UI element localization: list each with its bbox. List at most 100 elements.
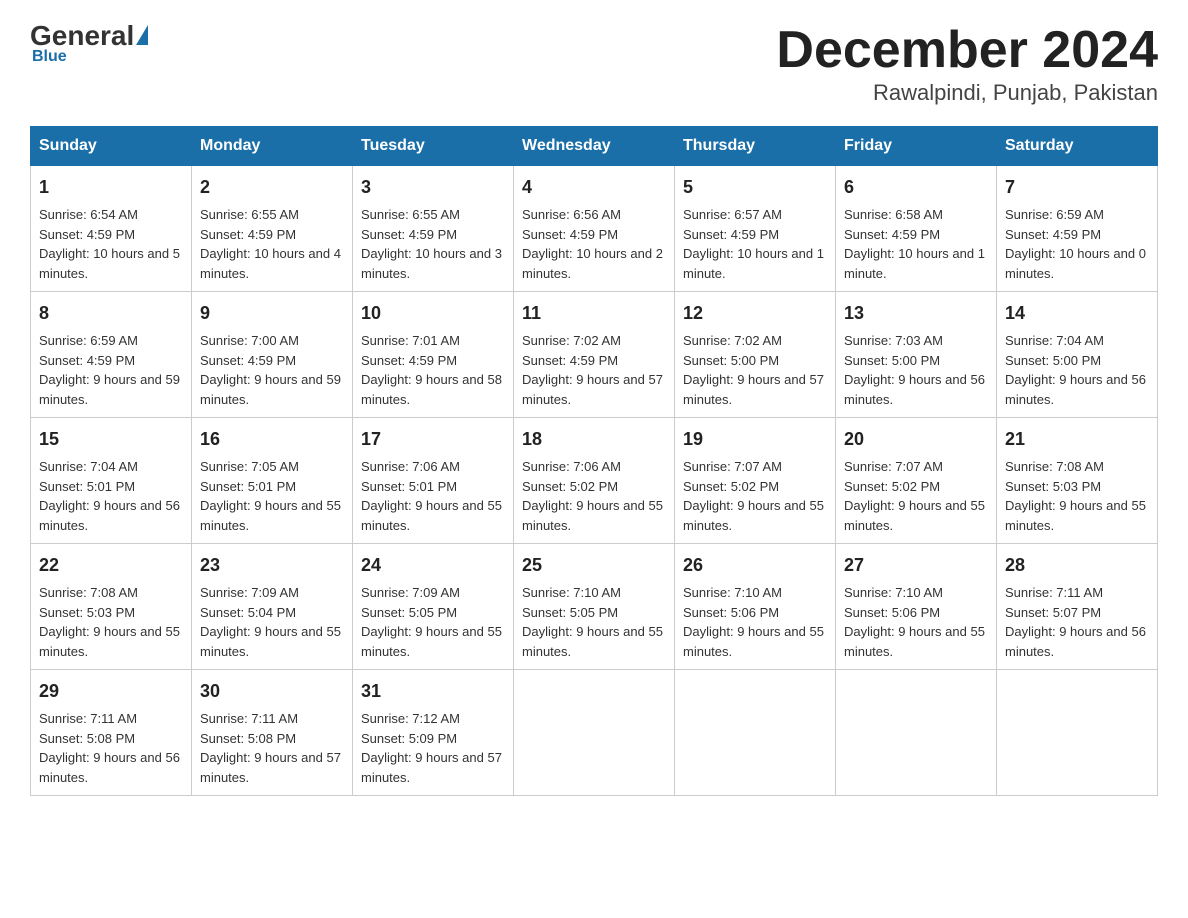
daylight-text: Daylight: 9 hours and 55 minutes. (200, 624, 341, 659)
calendar-cell: 15 Sunrise: 7:04 AM Sunset: 5:01 PM Dayl… (31, 418, 192, 544)
daylight-text: Daylight: 9 hours and 56 minutes. (39, 750, 180, 785)
day-number: 7 (1005, 174, 1149, 201)
day-number: 21 (1005, 426, 1149, 453)
day-number: 29 (39, 678, 183, 705)
header-cell-monday: Monday (192, 127, 353, 166)
day-number: 2 (200, 174, 344, 201)
day-number: 5 (683, 174, 827, 201)
sunrise-text: Sunrise: 7:06 AM (522, 459, 621, 474)
sunrise-text: Sunrise: 7:02 AM (522, 333, 621, 348)
location-subtitle: Rawalpindi, Punjab, Pakistan (776, 80, 1158, 106)
header-cell-wednesday: Wednesday (514, 127, 675, 166)
calendar-cell (997, 670, 1158, 796)
day-number: 3 (361, 174, 505, 201)
calendar-cell (514, 670, 675, 796)
day-number: 12 (683, 300, 827, 327)
calendar-cell: 22 Sunrise: 7:08 AM Sunset: 5:03 PM Dayl… (31, 544, 192, 670)
calendar-cell: 5 Sunrise: 6:57 AM Sunset: 4:59 PM Dayli… (675, 166, 836, 292)
sunrise-text: Sunrise: 7:00 AM (200, 333, 299, 348)
title-block: December 2024 Rawalpindi, Punjab, Pakist… (776, 20, 1158, 106)
day-number: 24 (361, 552, 505, 579)
day-number: 20 (844, 426, 988, 453)
sunset-text: Sunset: 5:00 PM (1005, 353, 1101, 368)
header-cell-friday: Friday (836, 127, 997, 166)
sunset-text: Sunset: 4:59 PM (361, 353, 457, 368)
day-number: 4 (522, 174, 666, 201)
sunrise-text: Sunrise: 6:57 AM (683, 207, 782, 222)
day-number: 27 (844, 552, 988, 579)
sunrise-text: Sunrise: 7:12 AM (361, 711, 460, 726)
sunrise-text: Sunrise: 6:54 AM (39, 207, 138, 222)
sunset-text: Sunset: 5:02 PM (844, 479, 940, 494)
day-number: 8 (39, 300, 183, 327)
daylight-text: Daylight: 9 hours and 59 minutes. (39, 372, 180, 407)
sunset-text: Sunset: 5:00 PM (844, 353, 940, 368)
day-number: 13 (844, 300, 988, 327)
day-number: 6 (844, 174, 988, 201)
daylight-text: Daylight: 9 hours and 55 minutes. (361, 624, 502, 659)
calendar-cell: 8 Sunrise: 6:59 AM Sunset: 4:59 PM Dayli… (31, 292, 192, 418)
daylight-text: Daylight: 9 hours and 56 minutes. (844, 372, 985, 407)
week-row-4: 22 Sunrise: 7:08 AM Sunset: 5:03 PM Dayl… (31, 544, 1158, 670)
daylight-text: Daylight: 10 hours and 1 minute. (683, 246, 824, 281)
week-row-5: 29 Sunrise: 7:11 AM Sunset: 5:08 PM Dayl… (31, 670, 1158, 796)
sunset-text: Sunset: 5:01 PM (200, 479, 296, 494)
sunrise-text: Sunrise: 7:10 AM (844, 585, 943, 600)
sunset-text: Sunset: 5:00 PM (683, 353, 779, 368)
calendar-cell: 25 Sunrise: 7:10 AM Sunset: 5:05 PM Dayl… (514, 544, 675, 670)
day-number: 10 (361, 300, 505, 327)
daylight-text: Daylight: 9 hours and 55 minutes. (200, 498, 341, 533)
day-number: 16 (200, 426, 344, 453)
sunset-text: Sunset: 5:08 PM (200, 731, 296, 746)
sunset-text: Sunset: 5:09 PM (361, 731, 457, 746)
day-number: 22 (39, 552, 183, 579)
day-number: 30 (200, 678, 344, 705)
sunrise-text: Sunrise: 7:06 AM (361, 459, 460, 474)
calendar-cell: 24 Sunrise: 7:09 AM Sunset: 5:05 PM Dayl… (353, 544, 514, 670)
calendar-cell: 19 Sunrise: 7:07 AM Sunset: 5:02 PM Dayl… (675, 418, 836, 544)
header-cell-sunday: Sunday (31, 127, 192, 166)
calendar-cell (836, 670, 997, 796)
day-number: 11 (522, 300, 666, 327)
sunrise-text: Sunrise: 7:03 AM (844, 333, 943, 348)
sunrise-text: Sunrise: 7:10 AM (683, 585, 782, 600)
calendar-cell: 27 Sunrise: 7:10 AM Sunset: 5:06 PM Dayl… (836, 544, 997, 670)
calendar-cell: 28 Sunrise: 7:11 AM Sunset: 5:07 PM Dayl… (997, 544, 1158, 670)
logo-triangle-icon (136, 25, 148, 45)
sunrise-text: Sunrise: 7:08 AM (39, 585, 138, 600)
daylight-text: Daylight: 9 hours and 55 minutes. (683, 624, 824, 659)
calendar-cell (675, 670, 836, 796)
day-number: 1 (39, 174, 183, 201)
sunset-text: Sunset: 4:59 PM (200, 227, 296, 242)
sunrise-text: Sunrise: 6:58 AM (844, 207, 943, 222)
calendar-cell: 3 Sunrise: 6:55 AM Sunset: 4:59 PM Dayli… (353, 166, 514, 292)
sunset-text: Sunset: 4:59 PM (361, 227, 457, 242)
logo-blue-text: Blue (32, 48, 67, 66)
sunset-text: Sunset: 5:04 PM (200, 605, 296, 620)
sunset-text: Sunset: 5:05 PM (361, 605, 457, 620)
daylight-text: Daylight: 10 hours and 3 minutes. (361, 246, 502, 281)
daylight-text: Daylight: 9 hours and 55 minutes. (361, 498, 502, 533)
header-cell-tuesday: Tuesday (353, 127, 514, 166)
calendar-cell: 14 Sunrise: 7:04 AM Sunset: 5:00 PM Dayl… (997, 292, 1158, 418)
sunrise-text: Sunrise: 7:04 AM (39, 459, 138, 474)
sunset-text: Sunset: 5:06 PM (844, 605, 940, 620)
calendar-cell: 1 Sunrise: 6:54 AM Sunset: 4:59 PM Dayli… (31, 166, 192, 292)
daylight-text: Daylight: 10 hours and 4 minutes. (200, 246, 341, 281)
sunrise-text: Sunrise: 7:08 AM (1005, 459, 1104, 474)
sunset-text: Sunset: 5:06 PM (683, 605, 779, 620)
sunrise-text: Sunrise: 6:55 AM (361, 207, 460, 222)
sunrise-text: Sunrise: 6:55 AM (200, 207, 299, 222)
daylight-text: Daylight: 10 hours and 0 minutes. (1005, 246, 1146, 281)
sunset-text: Sunset: 5:05 PM (522, 605, 618, 620)
daylight-text: Daylight: 10 hours and 2 minutes. (522, 246, 663, 281)
day-number: 23 (200, 552, 344, 579)
calendar-header: SundayMondayTuesdayWednesdayThursdayFrid… (31, 127, 1158, 166)
calendar-cell: 18 Sunrise: 7:06 AM Sunset: 5:02 PM Dayl… (514, 418, 675, 544)
calendar-cell: 11 Sunrise: 7:02 AM Sunset: 4:59 PM Dayl… (514, 292, 675, 418)
sunset-text: Sunset: 4:59 PM (844, 227, 940, 242)
sunrise-text: Sunrise: 6:59 AM (1005, 207, 1104, 222)
page-title: December 2024 (776, 20, 1158, 80)
calendar-cell: 23 Sunrise: 7:09 AM Sunset: 5:04 PM Dayl… (192, 544, 353, 670)
sunrise-text: Sunrise: 7:01 AM (361, 333, 460, 348)
